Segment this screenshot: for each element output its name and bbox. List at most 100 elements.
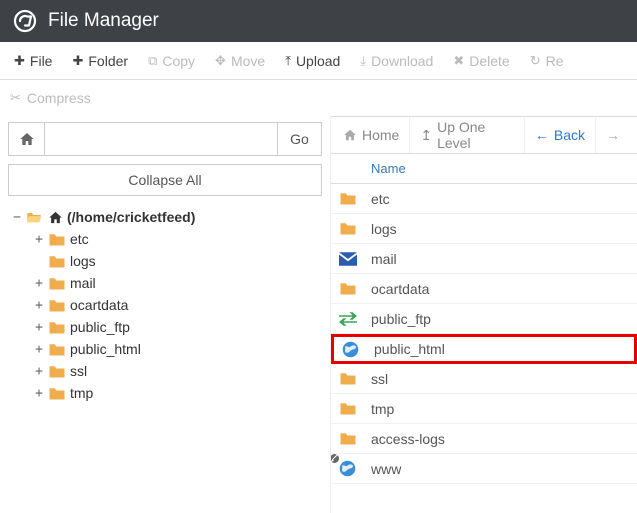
- arrow-left-icon: ←: [535, 127, 549, 143]
- col-name[interactable]: Name: [371, 161, 406, 176]
- delete-icon: ✖: [453, 53, 464, 69]
- plus-icon: ✚: [72, 53, 83, 69]
- folder-icon: [48, 342, 66, 357]
- tree-item-label: etc: [70, 231, 89, 247]
- tree-item[interactable]: logs: [30, 250, 322, 272]
- goto-bar: Go: [8, 122, 322, 156]
- expand-icon[interactable]: +: [32, 298, 46, 313]
- tree-item-label: public_html: [70, 341, 141, 357]
- app-header: File Manager: [0, 0, 637, 42]
- new-file-button[interactable]: ✚File: [4, 47, 62, 75]
- folder-icon: [48, 276, 66, 291]
- compress-icon: ✂: [10, 90, 21, 106]
- folder-icon: [48, 364, 66, 379]
- expand-icon[interactable]: +: [32, 276, 46, 291]
- file-row[interactable]: ssl: [331, 364, 637, 394]
- main-area: Go Collapse All − (/home/cricketfeed) + e…: [0, 116, 637, 513]
- upload-icon: ⤒: [285, 53, 291, 69]
- file-name: etc: [367, 191, 390, 207]
- tree-item-label: ssl: [70, 363, 87, 379]
- arrow-right-icon: →: [606, 127, 620, 143]
- folder-icon: [48, 298, 66, 313]
- compress-button[interactable]: ✂Compress: [10, 84, 101, 112]
- tree-item-label: mail: [70, 275, 96, 291]
- file-name: public_html: [370, 341, 445, 357]
- delete-button[interactable]: ✖Delete: [443, 47, 519, 75]
- transfer-icon: [339, 312, 367, 326]
- folder-link-icon: [339, 431, 367, 446]
- nav-home-button[interactable]: Home: [333, 117, 410, 153]
- expand-icon[interactable]: +: [32, 320, 46, 335]
- folder-open-icon: [26, 210, 42, 224]
- home-icon: [48, 210, 63, 225]
- tree-root[interactable]: − (/home/cricketfeed): [8, 206, 322, 228]
- tree-root-label: (/home/cricketfeed): [67, 209, 195, 225]
- tree-item-label: ocartdata: [70, 297, 128, 313]
- folder-icon: [48, 254, 66, 269]
- file-row[interactable]: access-logs: [331, 424, 637, 454]
- move-button[interactable]: ✥Move: [205, 47, 275, 75]
- column-headers: Name: [331, 154, 637, 184]
- tree-item[interactable]: + public_ftp: [30, 316, 322, 338]
- collapse-icon[interactable]: −: [10, 210, 24, 225]
- file-name: ssl: [367, 371, 388, 387]
- app-title: File Manager: [48, 10, 159, 32]
- tree-item[interactable]: + ocartdata: [30, 294, 322, 316]
- cpanel-logo-icon: [12, 8, 38, 34]
- nav-up-button[interactable]: ↥Up One Level: [410, 117, 525, 153]
- file-row[interactable]: public_html: [331, 334, 637, 364]
- home-icon: [19, 131, 35, 147]
- file-name: access-logs: [367, 431, 445, 447]
- goto-home-button[interactable]: [9, 123, 45, 155]
- expand-icon[interactable]: +: [32, 364, 46, 379]
- globe-icon: [342, 341, 370, 358]
- left-pane: Go Collapse All − (/home/cricketfeed) + e…: [0, 116, 330, 513]
- file-name: ocartdata: [367, 281, 429, 297]
- file-list: etc logs mail ocartdata public_ftp public_htm…: [331, 184, 637, 484]
- file-name: www: [367, 461, 401, 477]
- file-row[interactable]: etc: [331, 184, 637, 214]
- tree-item[interactable]: + mail: [30, 272, 322, 294]
- path-input[interactable]: [45, 123, 277, 155]
- tree-item[interactable]: + etc: [30, 228, 322, 250]
- expand-icon[interactable]: +: [32, 386, 46, 401]
- expand-icon[interactable]: +: [32, 342, 46, 357]
- file-name: logs: [367, 221, 397, 237]
- download-icon: ⤓: [360, 53, 366, 69]
- new-folder-button[interactable]: ✚Folder: [62, 47, 138, 75]
- folder-icon: [48, 320, 66, 335]
- tree-item[interactable]: +tmp: [30, 382, 322, 404]
- download-button[interactable]: ⤓Download: [350, 47, 443, 75]
- level-up-icon: ↥: [420, 127, 432, 144]
- expand-icon[interactable]: +: [32, 232, 46, 247]
- copy-button[interactable]: ⧉Copy: [138, 47, 205, 75]
- restore-button[interactable]: ↻Re: [520, 47, 574, 75]
- go-button[interactable]: Go: [277, 123, 321, 155]
- move-icon: ✥: [215, 53, 226, 69]
- folder-icon: [339, 371, 367, 386]
- collapse-all-button[interactable]: Collapse All: [8, 164, 322, 196]
- upload-button[interactable]: ⤒Upload: [275, 47, 350, 75]
- tree-item[interactable]: + ssl: [30, 360, 322, 382]
- globe-link-icon: [339, 460, 367, 477]
- copy-icon: ⧉: [148, 53, 157, 69]
- file-nav: Home ↥Up One Level ←Back →: [331, 116, 637, 154]
- tree-item-label: public_ftp: [70, 319, 130, 335]
- file-name: tmp: [367, 401, 394, 417]
- secondary-toolbar: ✂Compress: [0, 80, 637, 116]
- file-name: public_ftp: [367, 311, 431, 327]
- file-row[interactable]: www: [331, 454, 637, 484]
- folder-icon: [339, 401, 367, 416]
- restore-icon: ↻: [530, 53, 541, 69]
- file-name: mail: [367, 251, 397, 267]
- tree-item-label: logs: [70, 253, 96, 269]
- file-row[interactable]: ocartdata: [331, 274, 637, 304]
- nav-forward-button[interactable]: →: [596, 117, 635, 153]
- file-row[interactable]: mail: [331, 244, 637, 274]
- file-row[interactable]: tmp: [331, 394, 637, 424]
- nav-back-button[interactable]: ←Back: [525, 117, 596, 153]
- file-row[interactable]: logs: [331, 214, 637, 244]
- tree-item[interactable]: + public_html: [30, 338, 322, 360]
- plus-icon: ✚: [14, 53, 25, 69]
- file-row[interactable]: public_ftp: [331, 304, 637, 334]
